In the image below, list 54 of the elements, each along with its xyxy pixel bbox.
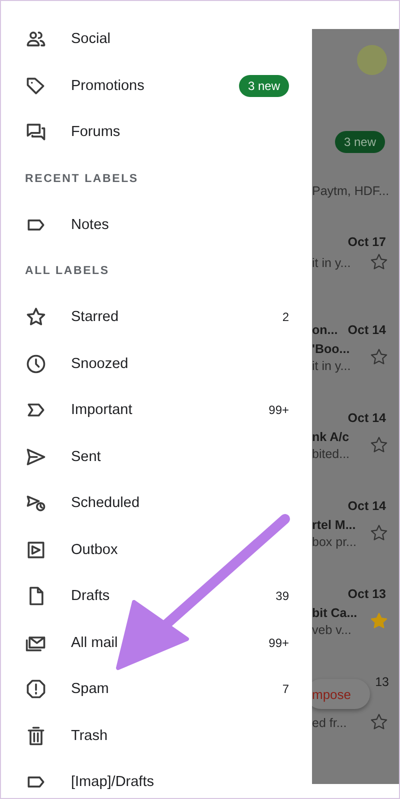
drawer-item[interactable]: Spam 7 xyxy=(1,666,311,712)
drawer-item[interactable]: Sent xyxy=(1,434,311,480)
category-snippet: Paytm, HDF... xyxy=(312,184,390,198)
drawer-item[interactable]: Social xyxy=(1,16,311,62)
trash-icon xyxy=(25,724,47,747)
email-subject: rtel M... xyxy=(312,518,356,532)
item-count: 7 xyxy=(282,682,289,696)
star-icon xyxy=(25,306,47,328)
new-count-badge: 3 new xyxy=(238,74,289,97)
new-count-badge: 3 new xyxy=(334,131,385,153)
alert-icon xyxy=(25,678,47,700)
email-snippet: box pr... xyxy=(312,535,356,549)
chat-icon xyxy=(25,121,47,144)
star-icon[interactable] xyxy=(369,346,389,366)
drawer-item[interactable]: Scheduled xyxy=(1,480,311,526)
drawer-item[interactable]: Outbox xyxy=(1,526,311,573)
email-date: Oct 14 xyxy=(348,499,386,513)
item-count: 99+ xyxy=(268,636,289,650)
item-count: 39 xyxy=(276,589,289,604)
email-snippet: ed fr... xyxy=(312,716,347,730)
email-snippet: it in y... xyxy=(312,359,351,373)
item-count: 2 xyxy=(282,310,289,324)
filled-star-icon[interactable] xyxy=(369,610,389,630)
email-snippet: it in y... xyxy=(312,256,351,270)
email-subject: nk A/c xyxy=(312,430,350,444)
drawer-item[interactable]: Notes xyxy=(1,202,311,248)
drawer-item[interactable]: Starred 2 xyxy=(1,294,311,340)
item-count: 99+ xyxy=(268,403,289,418)
section-heading: ALL LABELS xyxy=(24,264,110,279)
email-date: Oct 14 xyxy=(348,411,386,425)
email-date: Oct 14 xyxy=(348,323,386,337)
email-subject: bit Ca... xyxy=(312,606,358,620)
email-snippet: veb v... xyxy=(312,623,352,637)
drawer-item[interactable]: Promotions 3 new xyxy=(1,62,311,109)
send-icon xyxy=(25,446,47,468)
drawer-item[interactable]: Snoozed xyxy=(1,340,311,387)
email-date: 13 xyxy=(375,675,389,689)
email-sender: on... xyxy=(312,323,338,337)
drawer-item[interactable]: Trash xyxy=(1,712,311,759)
drawer-item[interactable]: [Imap]/Drafts xyxy=(1,759,311,798)
drawer-item[interactable]: All mail 99+ xyxy=(1,620,311,666)
email-date: Oct 17 xyxy=(348,235,386,249)
email-subject: 'Boo... xyxy=(312,342,351,356)
drawer-item[interactable]: Drafts 39 xyxy=(1,573,311,620)
drawer-item[interactable]: Forums xyxy=(1,109,311,156)
star-icon[interactable] xyxy=(369,522,389,542)
email-date: Oct 13 xyxy=(348,587,386,601)
star-icon[interactable] xyxy=(369,434,389,454)
clock-icon xyxy=(25,352,47,375)
star-icon[interactable] xyxy=(369,712,389,732)
star-icon[interactable] xyxy=(369,252,389,272)
section-heading: RECENT LABELS xyxy=(24,172,140,186)
email-snippet: bited... xyxy=(312,447,350,461)
drawer-item[interactable]: Important 99+ xyxy=(1,387,311,434)
